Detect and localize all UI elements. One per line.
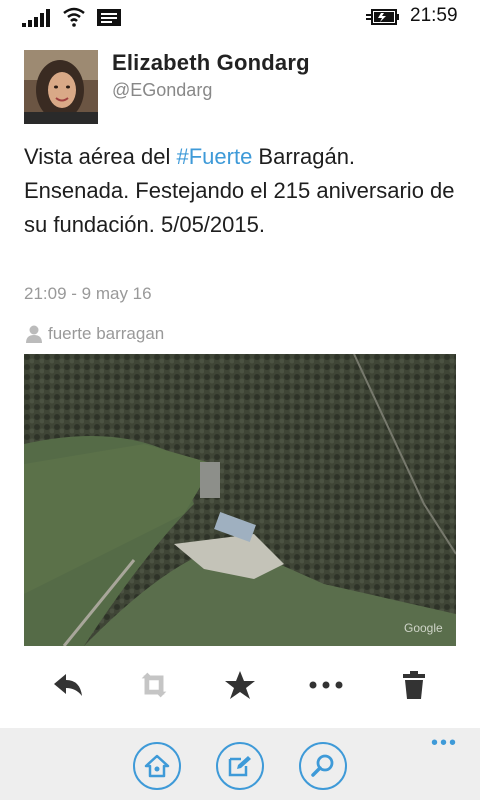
tweet-actions (0, 660, 480, 710)
delete-icon (403, 671, 425, 699)
tweet-media-image[interactable]: Google (24, 354, 456, 646)
wifi-icon (63, 7, 85, 27)
tweet-location[interactable]: fuerte barragan (24, 324, 164, 344)
tweet-text: Vista aérea del #Fuerte Barragán. Ensena… (24, 140, 464, 242)
tweet-timestamp: 21:09 - 9 may 16 (24, 284, 152, 303)
compose-icon (228, 756, 251, 777)
retweet-icon (141, 672, 167, 698)
status-bar: 21:59 (0, 0, 480, 34)
person-icon (26, 325, 42, 343)
author-name[interactable]: Elizabeth Gondarg (112, 50, 310, 76)
search-icon (311, 754, 334, 777)
media-watermark: Google (404, 621, 443, 635)
signal-strength-icon (22, 9, 50, 27)
compose-button[interactable] (216, 742, 264, 790)
reply-button[interactable] (50, 668, 86, 702)
status-clock: 21:59 (410, 5, 458, 26)
message-icon (97, 9, 121, 26)
retweet-button[interactable] (136, 668, 172, 702)
search-button[interactable] (299, 742, 347, 790)
avatar[interactable] (24, 50, 98, 124)
more-options-button[interactable] (308, 668, 344, 702)
author-handle[interactable]: @EGondarg (112, 80, 212, 101)
favorite-icon (225, 671, 255, 699)
home-icon (144, 754, 170, 778)
app-bar: ••• (0, 728, 480, 800)
location-label: fuerte barragan (48, 324, 165, 343)
app-bar-more-button[interactable]: ••• (431, 732, 458, 755)
favorite-button[interactable] (222, 668, 258, 702)
hashtag-link[interactable]: #Fuerte (176, 144, 252, 169)
battery-charging-icon (366, 9, 399, 25)
reply-icon (54, 674, 82, 696)
home-button[interactable] (133, 742, 181, 790)
tweet-text-before: Vista aérea del (24, 144, 177, 169)
more-icon (309, 681, 343, 689)
delete-button[interactable] (396, 668, 432, 702)
